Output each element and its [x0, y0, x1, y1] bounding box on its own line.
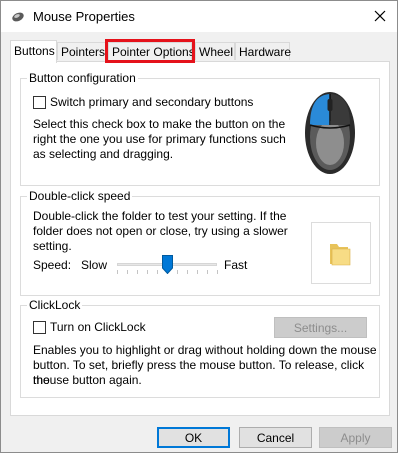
clicklock-label[interactable]: Turn on ClickLock	[50, 320, 146, 335]
apply-button[interactable]: Apply	[319, 427, 392, 448]
tab-pointer-options[interactable]: Pointer Options	[105, 39, 195, 63]
buttons-tab-panel: Button configuration Switch primary and …	[10, 61, 390, 416]
speed-slider-thumb[interactable]	[162, 255, 173, 274]
close-button[interactable]	[363, 1, 397, 31]
clicklock-group: ClickLock Turn on ClickLock Settings... …	[20, 298, 380, 398]
button-configuration-group: Button configuration Switch primary and …	[20, 71, 380, 186]
switch-buttons-checkbox[interactable]	[33, 96, 46, 109]
speed-label: Speed:	[33, 258, 72, 272]
button-config-description-line: Select this check box to make the button…	[33, 117, 286, 131]
slow-label: Slow	[81, 258, 108, 272]
clicklock-legend: ClickLock	[27, 298, 83, 312]
slider-tick	[217, 270, 218, 274]
slider-tick	[207, 270, 208, 274]
slider-tick	[187, 270, 188, 274]
button-config-description-line: right the one you use for primary functi…	[33, 132, 286, 146]
clicklock-description-line: mouse button again.	[33, 373, 142, 387]
clicklock-description-line: Enables you to highlight or drag without…	[33, 343, 377, 357]
slider-tick	[117, 270, 118, 274]
double-click-speed-group: Double-click speed Double-click the fold…	[20, 189, 380, 296]
tab-hardware[interactable]: Hardware	[235, 42, 291, 60]
slider-tick	[197, 270, 198, 274]
slider-tick	[137, 270, 138, 274]
mouse-properties-window: Mouse Properties Buttons Pointers Pointe…	[0, 0, 398, 453]
close-icon	[374, 10, 386, 22]
fast-label: Fast	[224, 258, 248, 272]
cancel-button[interactable]: Cancel	[239, 427, 312, 448]
double-click-description-line: setting.	[33, 239, 72, 253]
double-click-description-line: folder does not open or close, try using…	[33, 224, 288, 238]
tab-wheel[interactable]: Wheel	[195, 42, 235, 60]
tab-buttons[interactable]: Buttons	[10, 40, 57, 63]
slider-tick	[157, 270, 158, 274]
mouse-illustration-icon	[305, 92, 355, 174]
title-bar: Mouse Properties	[1, 1, 397, 32]
mouse-icon	[12, 12, 24, 22]
ok-button[interactable]: OK	[157, 427, 230, 448]
switch-buttons-label[interactable]: Switch primary and secondary buttons	[50, 95, 253, 110]
button-config-description-line: as selecting and dragging.	[33, 147, 174, 161]
slider-tick	[147, 270, 148, 274]
tab-pointers[interactable]: Pointers	[57, 42, 106, 60]
double-click-description-line: Double-click the folder to test your set…	[33, 209, 287, 223]
test-folder-area[interactable]	[311, 222, 371, 284]
slider-tick	[127, 270, 128, 274]
double-click-legend: Double-click speed	[27, 189, 133, 203]
clicklock-checkbox[interactable]	[33, 321, 46, 334]
button-configuration-legend: Button configuration	[27, 71, 138, 85]
window-title: Mouse Properties	[33, 9, 135, 24]
slider-tick	[177, 270, 178, 274]
clicklock-settings-button[interactable]: Settings...	[274, 317, 367, 338]
folder-icon[interactable]	[326, 240, 354, 268]
